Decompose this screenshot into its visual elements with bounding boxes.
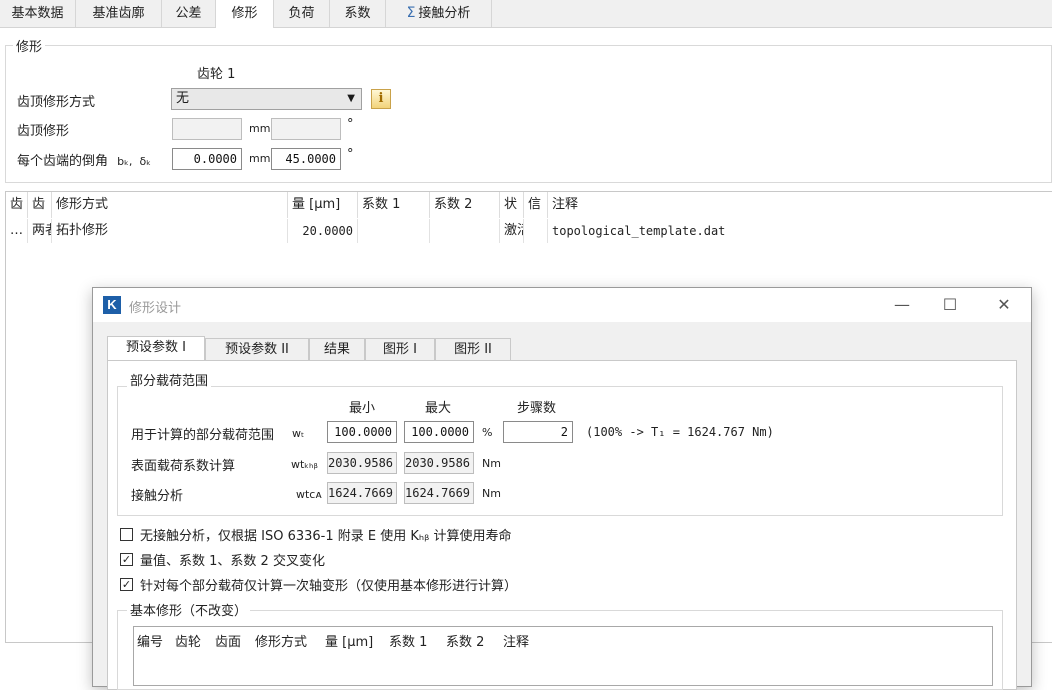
base-col-factor-2[interactable]: 系数 2 [446, 631, 484, 650]
col-header-amount[interactable]: 量 [μm] [288, 192, 358, 218]
partial-load-group-title: 部分载荷范围 [127, 370, 212, 389]
no-contact-analysis-checkbox[interactable] [120, 528, 133, 541]
minimize-icon[interactable]: — [879, 288, 925, 322]
surface-load-factor-symbol: wtₖₕᵦ [291, 458, 318, 471]
partial-load-range-label: 用于计算的部分载荷范围 [131, 428, 275, 443]
table-cell-status[interactable]: 激活 [500, 219, 524, 243]
surface-load-unit: Nm [482, 457, 501, 470]
base-col-number[interactable]: 编号 [137, 631, 163, 650]
col-header-info[interactable]: 信 [524, 192, 548, 218]
dialog-tab-preset-1[interactable]: 预设参数 I [107, 336, 205, 361]
cross-variation-label: 量值、系数 1、系数 2 交叉变化 [140, 554, 325, 569]
base-col-amount[interactable]: 量 [μm] [325, 631, 373, 650]
dialog-tab-graphics-1[interactable]: 图形 I [365, 338, 435, 360]
contact-analysis-min-field[interactable]: 1624.7669 [327, 482, 397, 504]
tip-mod-angle-unit: ° [347, 117, 354, 132]
modification-group-title: 修形 [13, 36, 46, 55]
dropdown-arrow-icon: ▼ [347, 93, 355, 104]
col-max-label: 最大 [425, 401, 452, 416]
col-header-factor-2[interactable]: 系数 2 [430, 192, 500, 218]
app-logo-icon: K [103, 296, 121, 314]
tip-mod-unit: mm [249, 122, 271, 135]
partial-load-group [117, 386, 1003, 516]
col-header-gear[interactable]: 齿 [6, 192, 28, 218]
tab-load[interactable]: 负荷 [274, 0, 330, 27]
chamfer-angle-field[interactable]: 45.0000 [271, 148, 341, 170]
dialog-titlebar[interactable]: K 修形设计 — ☐ ✕ [93, 288, 1031, 322]
contact-analysis-symbol: wtᴄᴀ [296, 488, 322, 501]
shaft-deformation-once-checkbox[interactable]: ✓ [120, 578, 133, 591]
partial-load-min-field[interactable]: 100.0000 [327, 421, 397, 443]
base-col-mod-type[interactable]: 修形方式 [255, 631, 307, 650]
base-mod-group-title: 基本修形（不改变） [127, 600, 251, 619]
no-contact-analysis-label: 无接触分析，仅根据 ISO 6336-1 附录 E 使用 Kₕᵦ 计算使用寿命 [140, 529, 512, 544]
table-cell-factor-2[interactable] [430, 219, 500, 243]
surface-load-factor-label: 表面载荷系数计算 [131, 459, 236, 474]
base-col-gear[interactable]: 齿轮 [175, 631, 201, 650]
chamfer-unit: mm [249, 152, 271, 165]
tab-contact-analysis[interactable]: Σ 接触分析 [386, 0, 492, 27]
chamfer-label: 每个齿端的倒角 bₖ, δₖ [17, 154, 151, 169]
chamfer-angle-unit: ° [347, 147, 354, 162]
tab-tolerances[interactable]: 公差 [162, 0, 216, 27]
tip-mod-method-value: 无 [176, 91, 190, 106]
partial-load-unit: % [482, 426, 493, 439]
info-icon[interactable]: i [371, 89, 391, 109]
col-steps-label: 步骤数 [517, 401, 557, 416]
partial-load-steps-field[interactable]: 2 [503, 421, 573, 443]
dialog-title: 修形设计 [129, 301, 182, 316]
base-col-comment[interactable]: 注释 [503, 631, 529, 650]
col-header-status[interactable]: 状 [500, 192, 524, 218]
tab-contact-analysis-label: 接触分析 [418, 6, 471, 21]
partial-load-max-field[interactable]: 100.0000 [404, 421, 474, 443]
partial-load-range-symbol: wₜ [292, 427, 305, 440]
sigma-icon: Σ [406, 5, 416, 21]
surface-load-min-field[interactable]: 2030.9586 [327, 452, 397, 474]
col-header-mod-type[interactable]: 修形方式 [52, 192, 288, 218]
table-cell-mod-type[interactable]: 拓扑修形 [52, 219, 288, 243]
maximize-icon[interactable]: ☐ [927, 288, 973, 322]
table-cell-factor-1[interactable] [358, 219, 430, 243]
dialog-tab-preset-2[interactable]: 预设参数 II [205, 338, 309, 360]
col-min-label: 最小 [349, 401, 376, 416]
tip-mod-method-label: 齿顶修形方式 [17, 95, 96, 110]
gear-1-header: 齿轮 1 [197, 67, 236, 82]
tip-mod-field[interactable] [172, 118, 242, 140]
modification-design-dialog: K 修形设计 — ☐ ✕ 预设参数 I 预设参数 II 结果 图形 I 图形 I… [92, 287, 1032, 690]
close-icon[interactable]: ✕ [981, 288, 1027, 322]
col-header-flank[interactable]: 齿 [28, 192, 52, 218]
table-cell-gear[interactable]: … [6, 219, 28, 243]
tip-mod-method-dropdown[interactable]: 无 ▼ [171, 88, 362, 110]
tab-basic-data[interactable]: 基本数据 [0, 0, 76, 27]
table-cell-comment[interactable]: topological_template.dat [548, 219, 1052, 243]
chamfer-field[interactable]: 0.0000 [172, 148, 242, 170]
tab-factors[interactable]: 系数 [330, 0, 386, 27]
shaft-deformation-once-label: 针对每个部分载荷仅计算一次轴变形（仅使用基本修形进行计算） [140, 579, 518, 594]
table-cell-amount[interactable]: 20.0000 [288, 219, 358, 243]
table-cell-flank[interactable]: 两者 [28, 219, 52, 243]
table-cell-info[interactable] [524, 219, 548, 243]
col-header-factor-1[interactable]: 系数 1 [358, 192, 430, 218]
main-tab-bar: 基本数据 基准齿廓 公差 修形 负荷 系数 Σ 接触分析 [0, 0, 1052, 28]
tip-mod-label: 齿顶修形 [17, 124, 70, 139]
cross-variation-checkbox[interactable]: ✓ [120, 553, 133, 566]
surface-load-max-field[interactable]: 2030.9586 [404, 452, 474, 474]
tip-mod-angle-field[interactable] [271, 118, 341, 140]
partial-load-note: (100% -> T₁ = 1624.767 Nm) [586, 425, 774, 439]
contact-analysis-max-field[interactable]: 1624.7669 [404, 482, 474, 504]
tab-modifications[interactable]: 修形 [216, 0, 274, 28]
base-mod-table: 编号 齿轮 齿面 修形方式 量 [μm] 系数 1 系数 2 注释 [133, 626, 993, 686]
dialog-tab-graphics-2[interactable]: 图形 II [435, 338, 511, 360]
modification-group [5, 45, 1052, 183]
base-col-factor-1[interactable]: 系数 1 [389, 631, 427, 650]
contact-analysis-unit: Nm [482, 487, 501, 500]
tab-reference-profile[interactable]: 基准齿廓 [76, 0, 162, 27]
contact-analysis-label: 接触分析 [131, 489, 184, 504]
col-header-comment[interactable]: 注释 [548, 192, 1052, 218]
base-col-flank[interactable]: 齿面 [215, 631, 241, 650]
dialog-tab-results[interactable]: 结果 [309, 338, 365, 360]
